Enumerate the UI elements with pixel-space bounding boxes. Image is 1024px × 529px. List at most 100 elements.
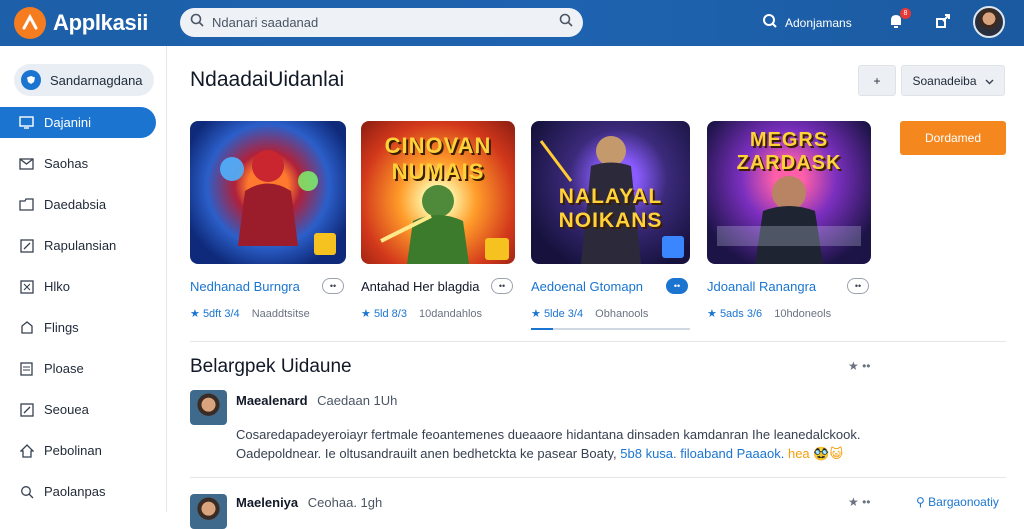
top-bar: Applkasii Adonjamans 8 bbox=[0, 0, 1024, 46]
sidebar-item-label: Seouea bbox=[44, 402, 89, 417]
more-options-button[interactable]: •• bbox=[847, 278, 869, 294]
post-text-line: Cosaredapadeyeroiayr fertmale feoantemen… bbox=[236, 427, 861, 442]
grid-icon bbox=[18, 278, 35, 295]
section-actions[interactable]: ★ •• bbox=[848, 359, 871, 373]
workspace-label: Sandarnagdana bbox=[50, 72, 143, 88]
post-text: Oadepoldnear. Ie oltusandrauilt anen bed… bbox=[236, 446, 617, 461]
sidebar-item-6[interactable]: Flings bbox=[0, 312, 156, 343]
sidebar-item-label: Paolanpas bbox=[44, 484, 106, 499]
add-label: + bbox=[873, 73, 881, 88]
post-time: Ceohaa. 1gh bbox=[307, 495, 383, 510]
sidebar-item-5[interactable]: Hlko bbox=[0, 271, 156, 302]
shield-icon bbox=[21, 70, 41, 90]
add-button[interactable]: + bbox=[858, 65, 896, 96]
game-thumbnail[interactable]: CINOVAN NUMAIS bbox=[361, 121, 515, 264]
share-button[interactable] bbox=[932, 12, 954, 34]
notification-badge: 8 bbox=[900, 8, 911, 19]
post-link[interactable]: 5b8 kusa. filoaband Paaaok. bbox=[620, 446, 784, 461]
cta-button[interactable]: Dordamed bbox=[900, 121, 1006, 155]
card-stats: ★ 5dft 3/4 Naaddtsitse bbox=[190, 307, 310, 320]
card-title[interactable]: Aedoenal Gtomapn bbox=[531, 279, 643, 294]
search-input[interactable] bbox=[212, 15, 559, 30]
notifications-button[interactable]: 8 bbox=[885, 8, 911, 34]
card-rating: 5ld 8/3 bbox=[373, 308, 407, 320]
sidebar-item-4[interactable]: Rapulansian bbox=[0, 230, 156, 261]
card-art-title: MEGRS ZARDASK bbox=[736, 129, 842, 174]
page-title: NdaadaiUidanlai bbox=[190, 68, 345, 91]
more-options-button[interactable]: •• bbox=[666, 278, 688, 294]
card-art-title: CINOVAN NUMAIS bbox=[384, 133, 492, 184]
card-rating: 5dft 3/4 bbox=[202, 308, 240, 320]
card-progress-fill bbox=[531, 328, 553, 330]
sidebar-item-3[interactable]: Daedabsia bbox=[0, 189, 156, 220]
post-meta: Maeleniya Ceohaa. 1gh bbox=[236, 495, 382, 510]
document-icon bbox=[18, 360, 35, 377]
card-rating: 5ads 3/6 bbox=[719, 308, 763, 320]
post-author[interactable]: Maeleniya bbox=[236, 495, 298, 510]
sort-label: Soanadeiba bbox=[912, 73, 977, 88]
post-actions[interactable]: ★ •• bbox=[848, 495, 871, 509]
card-title[interactable]: Jdoanall Ranangra bbox=[707, 279, 816, 294]
share-icon bbox=[934, 12, 952, 35]
game-thumbnail[interactable]: NALAYAL NOIKANS bbox=[531, 121, 690, 264]
card-art-title: NALAYAL NOIKANS bbox=[558, 185, 663, 232]
edit-icon bbox=[18, 401, 35, 418]
card-stat: 10dandahlos bbox=[419, 308, 483, 320]
sidebar-item-1[interactable]: Dajanini bbox=[0, 107, 156, 138]
section-divider bbox=[190, 341, 1006, 342]
sidebar-item-8[interactable]: Seouea bbox=[0, 394, 156, 425]
star-icon: ★ bbox=[190, 308, 200, 320]
more-options-button[interactable]: •• bbox=[322, 278, 344, 294]
game-card[interactable]: NALAYAL NOIKANS Aedoenal Gtomapn •• ★ 5l… bbox=[531, 121, 690, 330]
game-card[interactable]: CINOVAN NUMAIS Antahad Her blagdia •• ★ … bbox=[361, 121, 515, 320]
game-card[interactable]: Nedhanad Burngra •• ★ 5dft 3/4 Naaddtsit… bbox=[190, 121, 346, 320]
sidebar-item-10[interactable]: Paolanpas bbox=[0, 476, 156, 507]
post-body: Cosaredapadeyeroiayr fertmale feoantemen… bbox=[236, 425, 876, 463]
account-name: Adonjamans bbox=[785, 16, 852, 30]
sort-dropdown[interactable]: Soanadeiba bbox=[901, 65, 1005, 96]
sidebar-item-2[interactable]: Saohas bbox=[0, 148, 156, 179]
post-text-line: Oadepoldnear. Ie oltusandrauilt anen bed… bbox=[236, 444, 876, 463]
star-icon: ★ bbox=[531, 308, 541, 320]
search-icon bbox=[18, 483, 35, 500]
star-icon: ★ bbox=[707, 308, 717, 320]
card-stats: ★ 5lde 3/4 Obhanools bbox=[531, 307, 648, 320]
user-avatar[interactable] bbox=[973, 6, 1005, 38]
card-title[interactable]: Antahad Her blagdia bbox=[361, 279, 480, 294]
mail-icon bbox=[18, 155, 35, 172]
post-share-link[interactable]: ⚲ Bargaonoatiy bbox=[916, 495, 999, 509]
sidebar-item-label: Flings bbox=[44, 320, 79, 335]
card-stats: ★ 5ads 3/6 10hdoneols bbox=[707, 307, 831, 320]
sidebar-item-label: Daedabsia bbox=[44, 197, 107, 212]
post-meta: Maealenard Caedaan 1Uh bbox=[236, 393, 397, 408]
card-stat: 10hdoneols bbox=[774, 308, 832, 320]
sidebar-item-7[interactable]: Ploase bbox=[0, 353, 156, 384]
monitor-icon bbox=[18, 114, 35, 131]
more-options-button[interactable]: •• bbox=[491, 278, 513, 294]
post-divider bbox=[190, 477, 1006, 478]
sidebar: Sandarnagdana Dajanini Saohas Daedabsia Rap… bbox=[0, 46, 167, 512]
card-stat: Obhanools bbox=[595, 308, 649, 320]
game-thumbnail[interactable] bbox=[190, 121, 346, 264]
sidebar-item-label: Saohas bbox=[44, 156, 89, 171]
account-menu[interactable]: Adonjamans bbox=[760, 13, 852, 34]
sidebar-item-9[interactable]: Pebolinan bbox=[0, 435, 156, 466]
app-logo[interactable]: Applkasii bbox=[14, 7, 180, 39]
card-progress-track bbox=[531, 328, 690, 330]
game-thumbnail[interactable]: MEGRS ZARDASK bbox=[707, 121, 871, 264]
star-icon: ★ bbox=[361, 308, 371, 320]
game-card[interactable]: MEGRS ZARDASK Jdoanall Ranangra •• ★ 5ad… bbox=[707, 121, 871, 320]
card-rating: 5lde 3/4 bbox=[543, 308, 584, 320]
card-title[interactable]: Nedhanad Burngra bbox=[190, 279, 300, 294]
avatar[interactable] bbox=[190, 390, 227, 425]
post-share-label: Bargaonoatiy bbox=[928, 495, 999, 509]
search-submit-icon[interactable] bbox=[559, 13, 573, 32]
workspace-selector[interactable]: Sandarnagdana bbox=[14, 64, 154, 96]
post-time: Caedaan 1Uh bbox=[317, 393, 398, 408]
person-icon: ⚲ bbox=[916, 495, 925, 509]
sidebar-item-label: Rapulansian bbox=[44, 238, 117, 253]
post-emoji: hea 🥸😺 bbox=[787, 446, 844, 461]
sidebar-item-label: Dajanini bbox=[44, 115, 91, 130]
search-bar[interactable] bbox=[180, 8, 583, 37]
post-author[interactable]: Maealenard bbox=[236, 393, 308, 408]
